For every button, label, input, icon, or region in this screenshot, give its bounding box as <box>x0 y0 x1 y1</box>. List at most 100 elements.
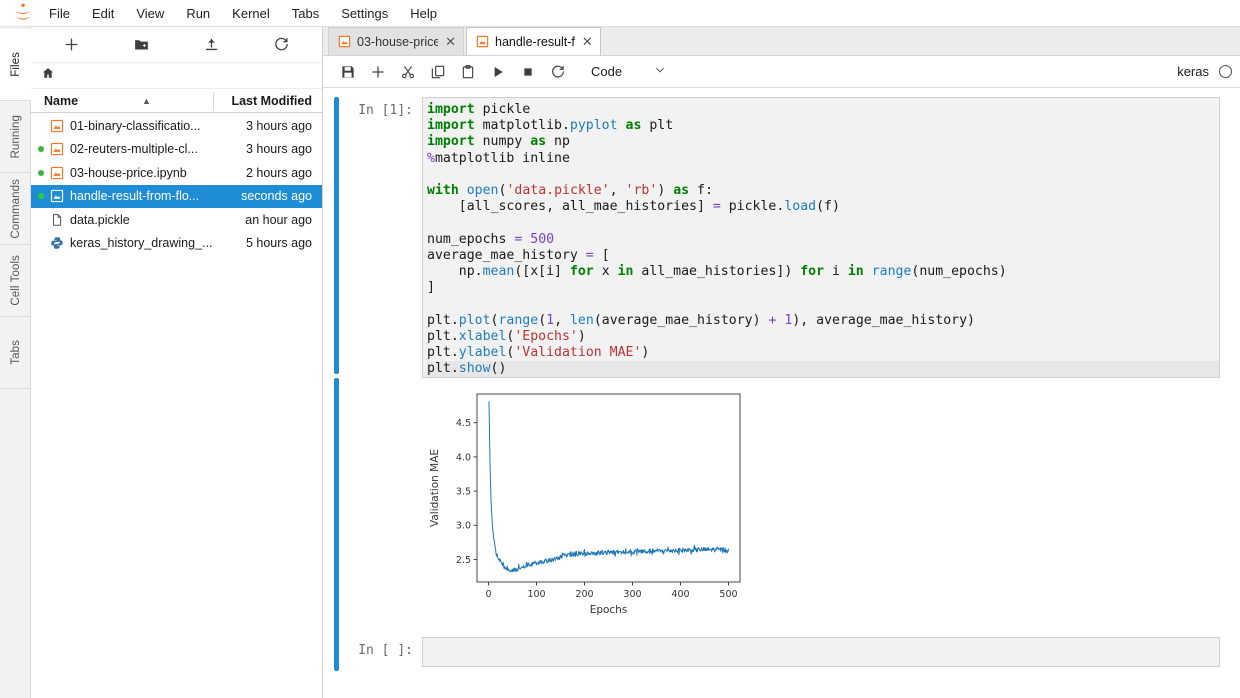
code-line: ] <box>427 280 1219 296</box>
svg-text:3.0: 3.0 <box>456 521 471 532</box>
kernel-running-dot <box>35 146 46 152</box>
main-area: 03-house-price ✕ handle-result-f ✕ <box>323 27 1240 698</box>
list-item[interactable]: keras_history_drawing_... 5 hours ago <box>31 232 322 256</box>
column-header-name[interactable]: Name ▲ <box>31 94 213 108</box>
sidebar-tab-running-label: Running <box>10 115 22 159</box>
file-modified: 3 hours ago <box>214 142 322 156</box>
notebook-cell-input[interactable]: In [1]: import pickleimport matplotlib.p… <box>323 97 1240 378</box>
notebook-icon <box>46 142 68 156</box>
save-button[interactable] <box>333 59 363 85</box>
code-line: plt.plot(range(1, len(average_mae_histor… <box>427 313 1219 329</box>
notebook-empty-cell[interactable]: In [ ]: <box>323 637 1240 671</box>
file-browser-panel: Name ▲ Last Modified 01-binary-classific <box>31 27 323 698</box>
list-item[interactable]: 03-house-price.ipynb 2 hours ago <box>31 161 322 185</box>
sidebar-tab-commands-label: Commands <box>10 179 22 239</box>
svg-text:400: 400 <box>671 589 689 600</box>
cell-type-value: Code <box>591 64 622 79</box>
file-browser-toolbar <box>31 27 322 63</box>
restart-kernel-button[interactable] <box>543 59 573 85</box>
code-line: with open('data.pickle', 'rb') as f: <box>427 183 1219 199</box>
cut-cell-button[interactable] <box>393 59 423 85</box>
output-prompt <box>339 378 422 643</box>
menu-item-run[interactable]: Run <box>175 3 221 24</box>
sidebar-tab-running[interactable]: Running <box>0 101 31 173</box>
code-line: import matplotlib.pyplot as plt <box>427 118 1219 134</box>
file-modified: an hour ago <box>214 213 322 227</box>
new-launcher-button[interactable] <box>37 31 107 59</box>
sidebar-tab-cell-tools[interactable]: Cell Tools <box>0 245 31 317</box>
kernel-status-icon[interactable] <box>1219 65 1232 78</box>
refresh-button[interactable] <box>246 31 316 59</box>
list-item[interactable]: handle-result-from-flo... seconds ago <box>31 185 322 209</box>
tab-label: 03-house-price <box>357 35 438 49</box>
notebook-icon <box>476 35 489 48</box>
interrupt-kernel-button[interactable] <box>513 59 543 85</box>
svg-text:200: 200 <box>575 589 593 600</box>
left-sidebar-rail: Files Running Commands Cell Tools Tabs <box>0 27 31 698</box>
empty-code-editor[interactable] <box>422 637 1220 667</box>
file-modified: 3 hours ago <box>214 119 322 133</box>
menu-item-settings[interactable]: Settings <box>330 3 399 24</box>
file-name: 02-reuters-multiple-cl... <box>68 142 214 156</box>
notebook-scroll-area[interactable]: In [1]: import pickleimport matplotlib.p… <box>323 88 1240 698</box>
breadcrumb[interactable] <box>31 63 322 89</box>
code-line: [all_scores, all_mae_histories] = pickle… <box>427 199 1219 215</box>
svg-text:4.0: 4.0 <box>456 452 471 463</box>
close-icon[interactable]: ✕ <box>445 35 456 48</box>
cell-prompt: In [1]: <box>339 97 422 378</box>
menu-item-file[interactable]: File <box>38 3 81 24</box>
menu-item-edit[interactable]: Edit <box>81 3 125 24</box>
tab-03-house-price[interactable]: 03-house-price ✕ <box>328 27 464 55</box>
svg-text:500: 500 <box>719 589 737 600</box>
file-modified: 2 hours ago <box>214 166 322 180</box>
column-header-last-modified[interactable]: Last Modified <box>214 94 322 108</box>
document-tab-bar: 03-house-price ✕ handle-result-f ✕ <box>323 27 1240 56</box>
file-name: keras_history_drawing_... <box>68 236 214 250</box>
file-name: data.pickle <box>68 213 214 227</box>
sidebar-tab-commands[interactable]: Commands <box>0 173 31 245</box>
sidebar-tab-files-label: Files <box>10 52 22 77</box>
run-cell-button[interactable] <box>483 59 513 85</box>
jupyter-logo-icon <box>8 2 38 24</box>
code-line: average_mae_history = [ <box>427 248 1219 264</box>
code-editor[interactable]: import pickleimport matplotlib.pyplot as… <box>422 97 1220 378</box>
home-icon[interactable] <box>41 66 55 85</box>
list-item[interactable]: 01-binary-classificatio... 3 hours ago <box>31 114 322 138</box>
list-item[interactable]: data.pickle an hour ago <box>31 208 322 232</box>
svg-text:3.5: 3.5 <box>456 486 471 497</box>
kernel-running-dot <box>35 170 46 176</box>
list-item[interactable]: 02-reuters-multiple-cl... 3 hours ago <box>31 138 322 162</box>
copy-cell-button[interactable] <box>423 59 453 85</box>
code-line: plt.xlabel('Epochs') <box>427 329 1219 345</box>
menu-item-help[interactable]: Help <box>399 3 448 24</box>
validation-mae-chart: 01002003004005002.53.03.54.04.5EpochsVal… <box>422 386 748 623</box>
menu-item-tabs[interactable]: Tabs <box>281 3 330 24</box>
insert-cell-button[interactable] <box>363 59 393 85</box>
code-line <box>427 296 1219 312</box>
column-header-name-label: Name <box>44 94 78 108</box>
file-modified: seconds ago <box>214 189 322 203</box>
notebook-icon <box>46 119 68 133</box>
new-folder-button[interactable] <box>107 31 177 59</box>
upload-button[interactable] <box>177 31 247 59</box>
cell-type-select[interactable]: Code <box>587 62 670 81</box>
menu-item-view[interactable]: View <box>125 3 175 24</box>
close-icon[interactable]: ✕ <box>582 35 593 48</box>
svg-text:4.5: 4.5 <box>456 418 471 429</box>
python-icon <box>46 236 68 250</box>
tab-handle-result-from-flow[interactable]: handle-result-f ✕ <box>466 27 601 55</box>
chevron-down-icon[interactable] <box>654 64 666 79</box>
paste-cell-button[interactable] <box>453 59 483 85</box>
file-list: 01-binary-classificatio... 3 hours ago 0… <box>31 113 322 698</box>
svg-text:2.5: 2.5 <box>456 555 471 566</box>
file-modified: 5 hours ago <box>214 236 322 250</box>
sidebar-tab-files[interactable]: Files <box>0 29 31 101</box>
jupyterlab-window: File Edit View Run Kernel Tabs Settings … <box>0 0 1240 698</box>
menu-item-kernel[interactable]: Kernel <box>221 3 281 24</box>
file-icon <box>46 213 68 227</box>
kernel-name-label[interactable]: keras <box>1177 64 1209 79</box>
svg-text:0: 0 <box>485 589 491 600</box>
code-line: %matplotlib inline <box>427 151 1219 167</box>
notebook-cell-output[interactable]: 01002003004005002.53.03.54.04.5EpochsVal… <box>323 378 1240 643</box>
sidebar-tab-tabs[interactable]: Tabs <box>0 317 31 389</box>
